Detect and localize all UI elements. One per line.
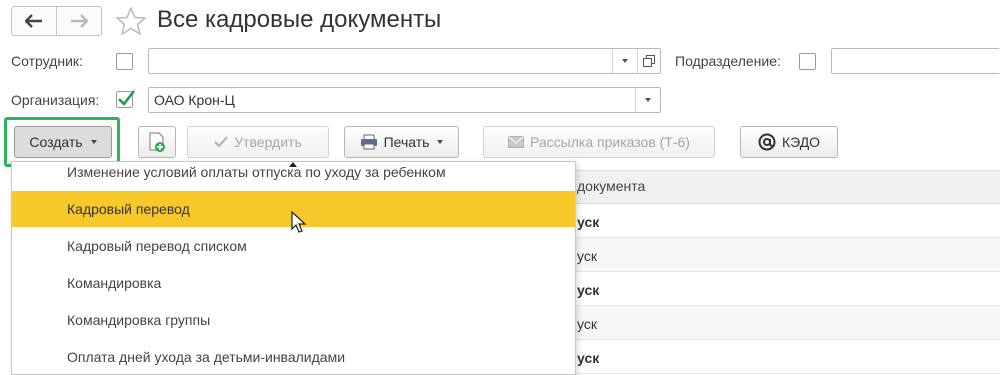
- column-header-document: документа: [577, 178, 646, 194]
- employee-open-button[interactable]: [637, 49, 660, 73]
- print-button[interactable]: Печать: [344, 126, 459, 158]
- at-sign-icon: [758, 133, 776, 151]
- approve-button[interactable]: Утвердить: [187, 126, 329, 158]
- chevron-down-icon: [622, 59, 628, 63]
- organization-checkbox[interactable]: [116, 89, 136, 109]
- arrow-left-icon: [25, 14, 42, 28]
- checkmark-icon: [214, 136, 228, 148]
- envelope-icon: [508, 136, 525, 148]
- employee-label: Сотрудник:: [11, 53, 83, 69]
- kedo-button[interactable]: КЭДО: [740, 126, 838, 158]
- menu-item-disabled-children-care[interactable]: Оплата дней ухода за детьми-инвалидами: [12, 339, 575, 374]
- star-icon[interactable]: [116, 7, 146, 35]
- create-button-label: Создать: [29, 134, 83, 150]
- add-document-button[interactable]: [138, 126, 176, 158]
- chevron-down-icon: [437, 140, 444, 144]
- checkmark-icon: [116, 90, 136, 108]
- approve-button-label: Утвердить: [234, 134, 302, 150]
- table-cell: уск: [577, 282, 600, 298]
- print-button-label: Печать: [383, 134, 430, 150]
- forward-button[interactable]: [56, 7, 101, 35]
- organization-label: Организация:: [11, 92, 100, 108]
- table-cell: уск: [577, 316, 597, 332]
- employee-dropdown-button[interactable]: [612, 49, 637, 73]
- chevron-down-icon: [645, 98, 651, 102]
- employee-field[interactable]: [148, 48, 661, 74]
- create-button[interactable]: Создать: [14, 126, 112, 158]
- create-dropdown-menu: Изменение условий оплаты отпуска по уход…: [11, 161, 576, 375]
- mailing-button[interactable]: Рассылка приказов (Т-6): [483, 126, 715, 158]
- back-button[interactable]: [12, 7, 56, 35]
- organization-field[interactable]: ОАО Крон-Ц: [148, 87, 661, 113]
- table-cell: уск: [577, 350, 600, 366]
- table-cell: уск: [577, 248, 597, 264]
- arrow-right-icon: [71, 14, 88, 28]
- scroll-up-icon[interactable]: [289, 162, 297, 167]
- menu-item-business-trip[interactable]: Командировка: [12, 265, 575, 301]
- department-checkbox[interactable]: [799, 53, 816, 70]
- department-label: Подразделение:: [675, 53, 781, 69]
- chevron-down-icon: [90, 140, 97, 144]
- employee-checkbox[interactable]: [116, 53, 133, 70]
- page-title: Все кадровые документы: [157, 6, 442, 33]
- kedo-button-label: КЭДО: [781, 134, 821, 150]
- department-field[interactable]: [831, 48, 1000, 74]
- navigation-buttons: [11, 6, 102, 36]
- menu-item-group-business-trip[interactable]: Командировка группы: [12, 302, 575, 338]
- open-window-icon: [643, 55, 655, 67]
- organization-value: ОАО Крон-Ц: [154, 92, 235, 108]
- organization-dropdown-button[interactable]: [635, 88, 660, 112]
- mailing-button-label: Рассылка приказов (Т-6): [530, 134, 690, 150]
- mouse-pointer-icon: [291, 211, 307, 233]
- add-document-icon: [149, 132, 165, 152]
- printer-icon: [360, 134, 377, 150]
- table-cell: уск: [577, 214, 600, 230]
